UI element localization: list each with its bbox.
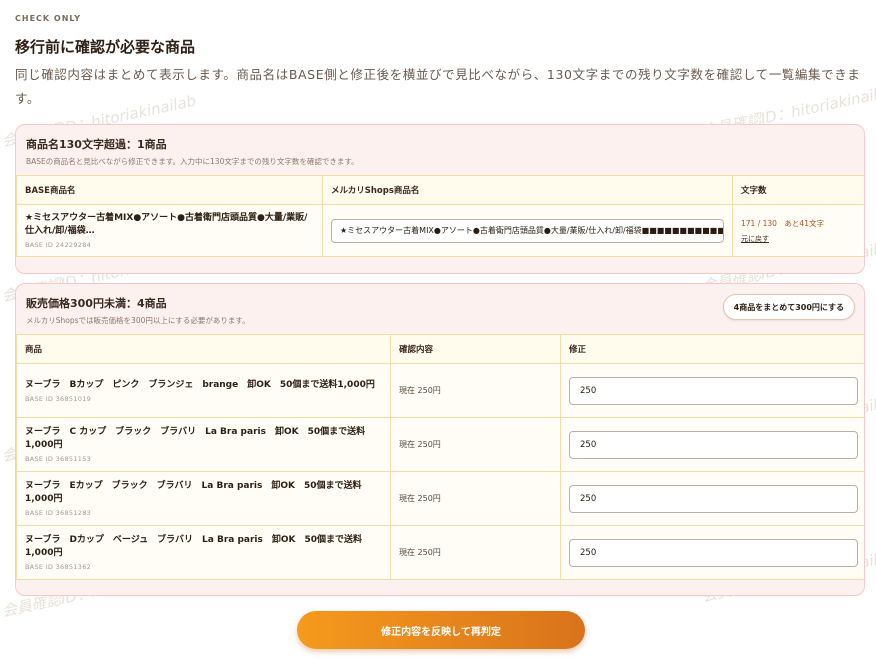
current-price: 現在 250円 (399, 494, 441, 503)
long-name-card: 商品名130文字超過：1商品 BASEの商品名と見比べながら修正できます。入力中… (15, 124, 865, 274)
column-header: メルカリShops商品名 (322, 175, 733, 205)
product-name: ヌーブラ Bカップ ピンク ブランジェ brange 卸OK 50個まで送料1,… (25, 379, 375, 390)
column-header: 商品 (16, 334, 391, 364)
low-price-card-title: 販売価格300円未満：4商品 (26, 297, 167, 310)
long-name-table: BASE商品名 メルカリShops商品名 文字数 ★ミセスアウター古着MIX●ア… (16, 175, 864, 257)
table-row: ★ミセスアウター古着MIX●アソート●古着衛門店頭品質●大量/業販/仕入れ/卸/… (16, 204, 864, 257)
low-price-card: 販売価格300円未満：4商品 メルカリShopsでは販売価格を300円以上にする… (15, 283, 865, 596)
table-row: ヌーブラ Bカップ ピンク ブランジェ brange 卸OK 50個まで送料1,… (16, 363, 864, 418)
column-header: BASE商品名 (16, 175, 323, 205)
product-name: ヌーブラ Dカップ ベージュ ブラバリ La Bra paris 卸OK 50個… (25, 535, 363, 558)
reset-link[interactable]: 元に戻す (741, 234, 769, 244)
low-price-card-note: メルカリShopsでは販売価格を300円以上にする必要があります。 (26, 316, 250, 325)
long-name-card-title: 商品名130文字超過：1商品 (26, 138, 167, 151)
table-row: ヌーブラ Dカップ ベージュ ブラバリ La Bra paris 卸OK 50個… (16, 525, 864, 580)
current-price: 現在 250円 (399, 440, 441, 449)
base-id: BASE ID 24229284 (25, 241, 92, 249)
table-row: ヌーブラ C カップ ブラック ブラバリ La Bra paris 卸OK 50… (16, 417, 864, 472)
column-header: 文字数 (732, 175, 864, 205)
table-row: ヌーブラ Eカップ ブラック ブラバリ La Bra paris 卸OK 50個… (16, 471, 864, 526)
page-description: 同じ確認内容はまとめて表示します。商品名はBASE側と修正後を横並びで見比べなが… (15, 67, 861, 106)
current-price: 現在 250円 (399, 548, 441, 557)
price-input[interactable] (569, 376, 858, 405)
base-id: BASE ID 36851019 (25, 394, 92, 403)
column-header: 修正 (560, 334, 864, 364)
product-name: ヌーブラ Eカップ ブラック ブラバリ La Bra paris 卸OK 50個… (25, 481, 362, 504)
base-id: BASE ID 36851283 (25, 509, 92, 517)
base-product-name: ★ミセスアウター古着MIX●アソート●古着衛門店頭品質●大量/業販/仕入れ/卸/… (25, 213, 308, 236)
product-name: ヌーブラ C カップ ブラック ブラバリ La Bra paris 卸OK 50… (25, 427, 366, 450)
apply-and-recheck-button[interactable]: 修正内容を反映して再判定 (297, 611, 585, 649)
long-name-card-note: BASEの商品名と見比べながら修正できます。入力中に130文字までの残り文字数を… (26, 157, 359, 166)
column-header: 確認内容 (390, 334, 561, 364)
section-eyebrow: CHECK ONLY (15, 14, 82, 23)
base-id: BASE ID 36851362 (25, 563, 92, 571)
low-price-table: 商品 確認内容 修正 ヌーブラ Bカップ ピンク ブランジェ brange 卸O… (16, 334, 864, 580)
page-title: 移行前に確認が必要な商品 (15, 38, 196, 56)
price-input[interactable] (569, 430, 858, 459)
current-price: 現在 250円 (399, 386, 441, 395)
bulk-set-300-button[interactable]: 4商品をまとめて300円にする (722, 294, 855, 320)
base-id: BASE ID 36851153 (25, 455, 92, 463)
char-count: 171 / 130 あと41文字 (741, 218, 824, 228)
shops-name-input[interactable]: ★ミセスアウター古着MIX●アソート●古着衛門店頭品質●大量/業販/仕入れ/卸/… (331, 218, 724, 243)
price-input[interactable] (569, 538, 858, 567)
price-input[interactable] (569, 484, 858, 513)
